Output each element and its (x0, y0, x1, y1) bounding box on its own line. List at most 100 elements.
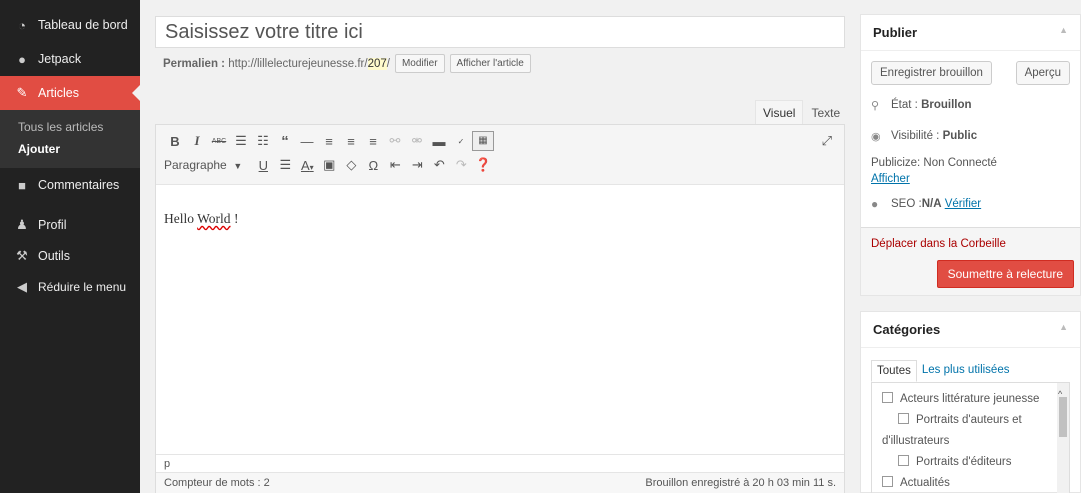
underline-icon[interactable]: U (252, 158, 274, 173)
tab-visual[interactable]: Visuel (755, 100, 804, 126)
seo-check-link[interactable]: Vérifier (945, 198, 981, 210)
chevron-down-icon: ▼ (233, 161, 243, 171)
checkbox[interactable] (882, 476, 893, 487)
user-icon: ♟ (16, 217, 28, 232)
blockquote-icon[interactable]: “ (274, 133, 296, 150)
unlink-icon[interactable]: ⚮ (406, 133, 428, 149)
bullet-list-icon[interactable]: ☰ (230, 133, 252, 149)
tab-popular-categories[interactable]: Les plus utilisées (917, 360, 1015, 382)
element-path: p (156, 454, 844, 472)
numbered-list-icon[interactable]: ☷ (252, 133, 274, 149)
permalink-row: Permalien : http://lillelecturejeunesse.… (163, 54, 531, 73)
publicize-status: Publicize: Non Connecté (871, 157, 997, 169)
tab-all-categories[interactable]: Toutes (871, 360, 917, 382)
tab-text[interactable]: Texte (803, 100, 848, 126)
visibility-value: Public (942, 130, 978, 142)
read-more-icon[interactable]: ▬ (428, 134, 450, 149)
category-item[interactable]: Portraits d'auteurs et (882, 410, 1059, 431)
categories-header[interactable]: Catégories ▲ (861, 312, 1080, 348)
menu-profile[interactable]: ♟ Profil (0, 208, 140, 242)
content-word: Hello (164, 211, 194, 226)
publish-header[interactable]: Publier ▲ (861, 15, 1080, 51)
menu-comments[interactable]: ■ Commentaires (0, 168, 140, 202)
dashboard-icon: ◔ (18, 17, 26, 33)
checkbox[interactable] (898, 455, 909, 466)
submenu-all-articles[interactable]: Tous les articles (0, 116, 140, 138)
align-center-icon[interactable]: ≡ (340, 134, 362, 149)
indent-icon[interactable]: ⇥ (406, 157, 428, 173)
save-draft-button[interactable]: Enregistrer brouillon (871, 61, 992, 85)
publicize-row: Publicize: Non Connecté (861, 153, 1080, 169)
italic-icon[interactable]: I (186, 133, 208, 149)
content-editor: B I ABC ☰ ☷ “ — ≡ ≡ ≡ ⚯ ⚮ ▬ ✓ ▦ Paragrap… (155, 124, 845, 493)
justify-icon[interactable]: ☰ (274, 157, 296, 173)
publish-title: Publier (873, 25, 918, 40)
seo-label: SEO : (891, 198, 922, 210)
collapse-arrow-icon[interactable]: ▲ (1059, 322, 1068, 337)
clear-formatting-icon[interactable]: ◇ (340, 157, 362, 173)
menu-label: Tableau de bord (38, 18, 128, 32)
align-right-icon[interactable]: ≡ (362, 134, 384, 149)
toolbar-toggle-icon[interactable]: ▦ (472, 131, 494, 151)
paste-text-icon[interactable]: ▣ (318, 157, 340, 173)
undo-icon[interactable]: ↶ (428, 157, 450, 173)
submit-for-review-button[interactable]: Soumettre à relecture (936, 260, 1074, 288)
help-icon[interactable]: ❓ (472, 157, 494, 173)
editor-toolbar: B I ABC ☰ ☷ “ — ≡ ≡ ≡ ⚯ ⚮ ▬ ✓ ▦ Paragrap… (156, 125, 844, 185)
menu-collapse[interactable]: ◀ Réduire le menu (0, 270, 140, 304)
publish-box: Publier ▲ Enregistrer brouillon Aperçu ⚲… (860, 14, 1081, 296)
menu-articles[interactable]: ✎ Articles (0, 76, 140, 110)
post-title-input[interactable]: Saisissez votre titre ici (155, 16, 845, 48)
misspelled-word: World (197, 211, 231, 226)
checkbox[interactable] (882, 392, 893, 403)
seo-value: N/A (921, 198, 942, 210)
text-color-icon[interactable]: A▾ (296, 158, 318, 173)
pin-icon: ⚲ (871, 99, 880, 112)
format-select[interactable]: Paragraphe ▼ (164, 158, 248, 172)
comment-icon: ■ (18, 177, 26, 193)
spellcheck-icon[interactable]: ✓ (450, 137, 472, 146)
word-count: Compteur de mots : 2 (164, 477, 270, 489)
category-label: Portraits d'éditeurs (916, 456, 1012, 468)
publicize-show-link[interactable]: Afficher (871, 173, 910, 185)
editor-mode-tabs: Visuel Texte (755, 100, 848, 126)
category-scrollbar[interactable]: ^ (1057, 383, 1069, 493)
permalink-end: / (386, 57, 390, 70)
checkbox[interactable] (898, 413, 909, 424)
category-item[interactable]: Actualités (882, 473, 1059, 493)
menu-tools[interactable]: ⚒ Outils (0, 242, 140, 270)
seo-dot-icon: ● (871, 197, 879, 211)
link-icon[interactable]: ⚯ (384, 133, 406, 149)
move-to-trash-link[interactable]: Déplacer dans la Corbeille (871, 238, 1006, 250)
category-label: Acteurs littérature jeunesse (900, 393, 1040, 405)
horizontal-rule-icon[interactable]: — (296, 134, 318, 149)
submenu-add-new[interactable]: Ajouter (0, 138, 140, 160)
editor-content-area[interactable]: Hello World ! (156, 185, 844, 453)
wrench-icon: ⚒ (16, 248, 28, 263)
permalink-base: http://lillelecturejeunesse.fr/ (228, 57, 368, 70)
align-left-icon[interactable]: ≡ (318, 134, 340, 149)
menu-dashboard[interactable]: ◔ Tableau de bord (0, 8, 140, 42)
outdent-icon[interactable]: ⇤ (384, 157, 406, 173)
articles-submenu: Tous les articles Ajouter (0, 110, 140, 168)
special-character-icon[interactable]: Ω (362, 158, 384, 173)
redo-icon[interactable]: ↷ (450, 157, 472, 173)
publish-actions: Déplacer dans la Corbeille Soumettre à r… (861, 227, 1080, 295)
collapse-arrow-icon[interactable]: ▲ (1059, 25, 1068, 40)
category-item[interactable]: Acteurs littérature jeunesse (882, 389, 1059, 410)
permalink-label: Permalien : (163, 57, 225, 70)
status-row: ⚲ État : Brouillon (861, 91, 1080, 119)
menu-label: Profil (38, 218, 67, 232)
pin-icon: ✎ (16, 85, 28, 100)
preview-button[interactable]: Aperçu (1015, 61, 1070, 85)
view-post-button[interactable]: Afficher l'article (449, 54, 531, 73)
fullscreen-icon[interactable]: ⤢ (822, 133, 832, 149)
category-item[interactable]: Portraits d'éditeurs (882, 452, 1059, 473)
menu-jetpack[interactable]: ● Jetpack (0, 42, 140, 76)
admin-sidebar: ◔ Tableau de bord ● Jetpack ✎ Articles T… (0, 0, 140, 493)
strikethrough-icon[interactable]: ABC (208, 138, 230, 145)
bold-icon[interactable]: B (164, 134, 186, 149)
scrollbar-thumb[interactable] (1059, 397, 1067, 437)
modify-permalink-button[interactable]: Modifier (394, 54, 445, 73)
permalink-slug[interactable]: 207 (367, 57, 387, 70)
